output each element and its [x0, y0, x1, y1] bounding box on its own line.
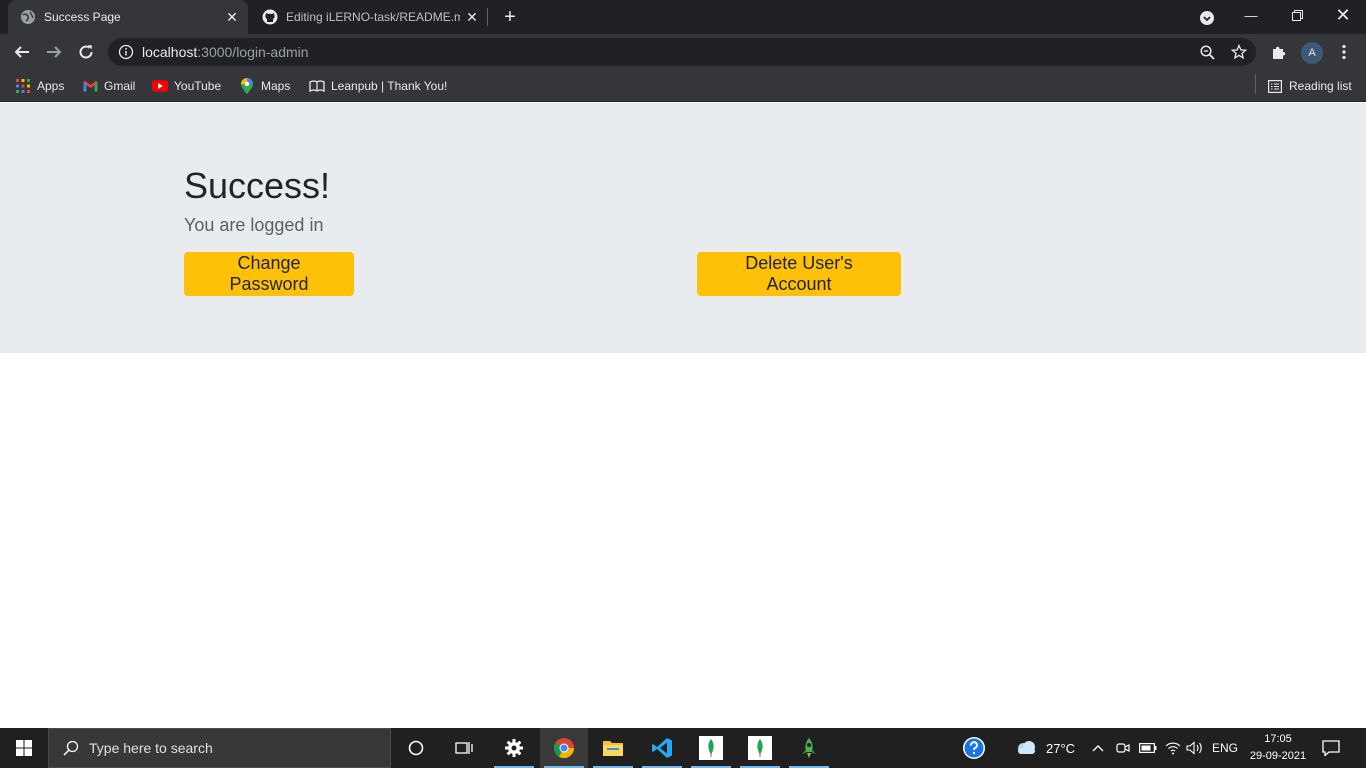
window-close-icon[interactable]: ✕	[1320, 0, 1366, 30]
bookmark-star-icon[interactable]	[1228, 41, 1250, 63]
taskbar-search-input[interactable]: Type here to search	[48, 728, 391, 768]
close-icon[interactable]: ✕	[220, 5, 244, 29]
maps-pin-icon	[239, 78, 255, 94]
bookmark-apps[interactable]: Apps	[15, 76, 64, 96]
bookmark-label: Apps	[37, 79, 65, 93]
reload-icon[interactable]	[72, 38, 100, 66]
info-icon[interactable]	[118, 44, 134, 60]
tab-strip: Success Page ✕ Editing iLERNO-task/READM…	[0, 0, 1366, 34]
chrome-icon[interactable]	[540, 728, 588, 768]
tab-separator	[487, 8, 488, 26]
bookmark-maps[interactable]: Maps	[239, 76, 290, 96]
cloud-icon	[1018, 741, 1035, 754]
reading-list-label: Reading list	[1289, 79, 1352, 93]
show-hidden-icons[interactable]	[1092, 728, 1104, 768]
mongodb-icon[interactable]	[736, 728, 784, 768]
bookmark-label: YouTube	[174, 79, 222, 93]
leanpub-icon	[309, 78, 325, 94]
address-bar[interactable]: localhost:3000/login-admin	[108, 38, 1256, 66]
language-indicator[interactable]: ENG	[1212, 728, 1238, 768]
cortana-icon[interactable]	[392, 728, 440, 768]
search-placeholder: Type here to search	[89, 740, 213, 756]
tab-title: Success Page	[44, 10, 121, 24]
windows-start-icon[interactable]	[0, 728, 48, 768]
bookmark-label: Leanpub | Thank You!	[331, 79, 448, 93]
meet-now-icon[interactable]	[1116, 728, 1130, 768]
volume-icon[interactable]	[1186, 728, 1204, 768]
mongodb-icon[interactable]	[687, 728, 735, 768]
bookmark-label: Gmail	[104, 79, 136, 93]
tab-success-page[interactable]: Success Page ✕	[8, 0, 248, 34]
back-arrow-icon[interactable]	[8, 38, 36, 66]
change-password-button[interactable]: Change Password	[184, 252, 354, 296]
chevron-up-icon	[1092, 745, 1104, 752]
tab-title: Editing iLERNO-task/README.md	[286, 10, 460, 24]
restore-icon[interactable]	[1274, 0, 1320, 30]
browser-toolbar: localhost:3000/login-admin A	[0, 34, 1366, 70]
windows-taskbar: Type here to search 27°C ENG 17:05 29-09…	[0, 728, 1366, 768]
page-title: Success!	[184, 165, 331, 206]
new-tab-button[interactable]: +	[498, 5, 522, 29]
weather-widget[interactable]: 27°C	[1014, 728, 1075, 768]
rocket-icon[interactable]	[785, 728, 833, 768]
weather-temperature: 27°C	[1046, 740, 1076, 756]
delete-account-button[interactable]: Delete User's Account	[697, 252, 901, 296]
reading-list-icon	[1267, 78, 1283, 94]
notifications-icon[interactable]	[1322, 728, 1340, 768]
url-host: localhost	[142, 44, 198, 60]
file-explorer-icon[interactable]	[589, 728, 637, 768]
bookmark-youtube[interactable]: YouTube	[152, 76, 221, 96]
vscode-icon[interactable]	[638, 728, 686, 768]
clock-time: 17:05	[1264, 733, 1292, 745]
settings-icon[interactable]	[490, 728, 538, 768]
bookmarks-bar: Apps Gmail YouTube Maps Leanpub | Thank …	[0, 70, 1366, 102]
profile-avatar[interactable]: A	[1301, 42, 1323, 64]
forward-arrow-icon[interactable]	[40, 38, 68, 66]
reading-list-button[interactable]: Reading list	[1267, 76, 1352, 96]
login-status-text: You are logged in	[184, 215, 324, 235]
help-icon[interactable]	[950, 728, 998, 768]
bookmark-gmail[interactable]: Gmail	[82, 76, 135, 96]
wifi-icon[interactable]	[1165, 728, 1181, 768]
github-icon	[262, 9, 278, 25]
clock-date: 29-09-2021	[1249, 750, 1307, 762]
battery-icon[interactable]	[1139, 728, 1157, 768]
zoom-icon[interactable]	[1196, 41, 1218, 63]
url-text: localhost:3000/login-admin	[142, 44, 309, 60]
tab-search-icon[interactable]	[1196, 7, 1218, 29]
extensions-puzzle-icon[interactable]	[1267, 40, 1291, 64]
bookmarks-separator	[1255, 74, 1256, 94]
youtube-icon	[152, 78, 168, 94]
task-view-icon[interactable]	[440, 728, 488, 768]
globe-icon	[21, 10, 35, 24]
success-panel: Success! You are logged in Change Passwo…	[0, 103, 1366, 353]
search-icon	[63, 740, 79, 756]
minimize-icon[interactable]: —	[1228, 0, 1274, 30]
apps-grid-icon	[15, 78, 31, 94]
menu-dots-icon[interactable]	[1332, 40, 1356, 64]
close-icon[interactable]: ✕	[460, 5, 484, 29]
gmail-icon	[82, 78, 98, 94]
url-path: :3000/login-admin	[197, 44, 309, 60]
system-clock[interactable]: 17:05 29-09-2021	[1244, 731, 1312, 765]
tab-editing-readme[interactable]: Editing iLERNO-task/README.md ✕	[250, 0, 488, 34]
bookmark-leanpub[interactable]: Leanpub | Thank You!	[309, 76, 447, 96]
bookmark-label: Maps	[261, 79, 291, 93]
